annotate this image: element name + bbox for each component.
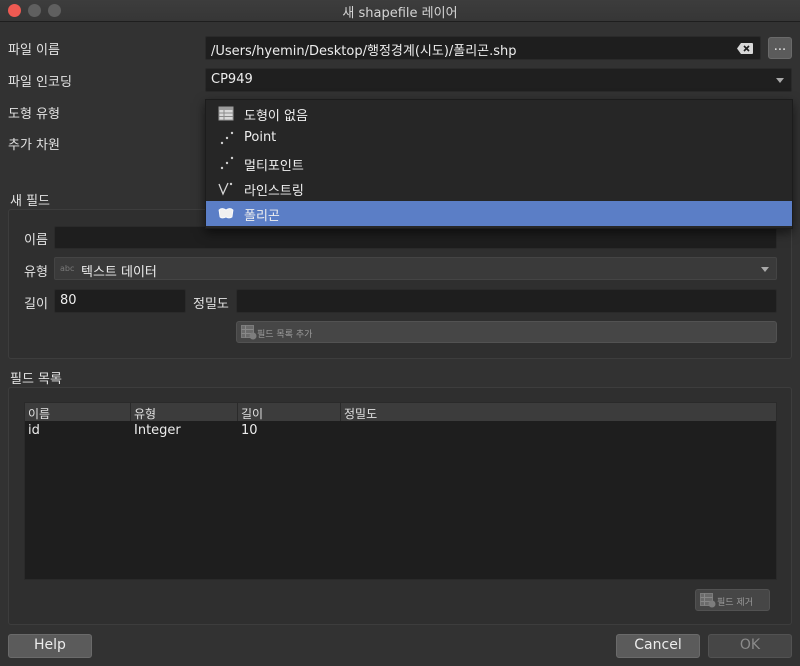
geometry-option-multipoint[interactable]: 멀티포인트 — [206, 151, 792, 176]
help-button[interactable]: Help — [8, 634, 92, 658]
field-name-label: 이름 — [24, 233, 48, 248]
chevron-down-icon — [776, 78, 784, 83]
encoding-value: CP949 — [211, 72, 253, 87]
cell-name: id — [28, 423, 40, 438]
geometry-option-no-geometry[interactable]: 도형이 없음 — [206, 101, 792, 126]
field-type-label: 유형 — [24, 265, 48, 280]
field-precision-label: 정밀도 — [193, 297, 229, 312]
file-name-label: 파일 이름 — [8, 43, 60, 58]
add-to-field-list-button[interactable]: 필드 목록 추가 — [236, 321, 777, 343]
column-header-type[interactable]: 유형 — [131, 403, 238, 421]
cell-length: 10 — [241, 423, 258, 438]
geometry-option-point[interactable]: Point — [206, 126, 792, 151]
browse-button[interactable]: ... — [768, 37, 792, 59]
file-name-input[interactable]: /Users/hyemin/Desktop/행정경계(시도)/폴리곤.shp — [205, 36, 761, 60]
field-precision-input[interactable] — [236, 289, 777, 313]
field-list-table[interactable]: 이름 유형 길이 정밀도 id Integer 10 — [24, 402, 777, 580]
encoding-select[interactable]: CP949 — [205, 68, 792, 92]
field-type-value: 텍스트 데이터 — [81, 265, 157, 280]
field-length-label: 길이 — [24, 297, 48, 312]
field-type-select[interactable]: abc 텍스트 데이터 — [54, 257, 777, 280]
geometry-type-dropdown[interactable]: 도형이 없음 Point 멀티포인트 라인스트링 폴리곤 — [205, 99, 793, 229]
new-field-section-title: 새 필드 — [10, 194, 51, 209]
clear-text-icon[interactable] — [737, 43, 753, 54]
remove-field-button[interactable]: 필드 제거 — [695, 589, 770, 611]
field-length-value: 80 — [60, 293, 77, 308]
title-bar: 새 shapefile 레이어 — [0, 0, 800, 22]
table-icon — [218, 106, 234, 121]
text-type-icon: abc — [60, 264, 75, 273]
ok-button[interactable]: OK — [708, 634, 792, 658]
extra-dimension-label: 추가 차원 — [8, 138, 60, 153]
multipoint-icon — [220, 156, 234, 170]
field-list-section-title: 필드 목록 — [10, 372, 62, 387]
encoding-label: 파일 인코딩 — [8, 75, 72, 90]
add-field-icon — [241, 325, 257, 340]
column-header-length[interactable]: 길이 — [238, 403, 341, 421]
column-header-precision[interactable]: 정밀도 — [341, 403, 776, 421]
geometry-option-polygon[interactable]: 폴리곤 — [206, 201, 792, 226]
point-icon — [220, 131, 234, 145]
remove-field-icon — [700, 593, 716, 608]
geometry-type-label: 도형 유형 — [8, 107, 60, 122]
cancel-button[interactable]: Cancel — [616, 634, 700, 658]
file-name-value: /Users/hyemin/Desktop/행정경계(시도)/폴리곤.shp — [211, 44, 517, 59]
chevron-down-icon — [761, 267, 769, 272]
cell-type: Integer — [134, 423, 181, 438]
polygon-icon — [218, 208, 234, 219]
field-name-input[interactable] — [54, 226, 777, 249]
linestring-icon — [218, 182, 233, 196]
column-header-name[interactable]: 이름 — [25, 403, 131, 421]
field-length-input[interactable]: 80 — [54, 289, 186, 313]
geometry-option-linestring[interactable]: 라인스트링 — [206, 176, 792, 201]
window-title: 새 shapefile 레이어 — [342, 6, 458, 21]
